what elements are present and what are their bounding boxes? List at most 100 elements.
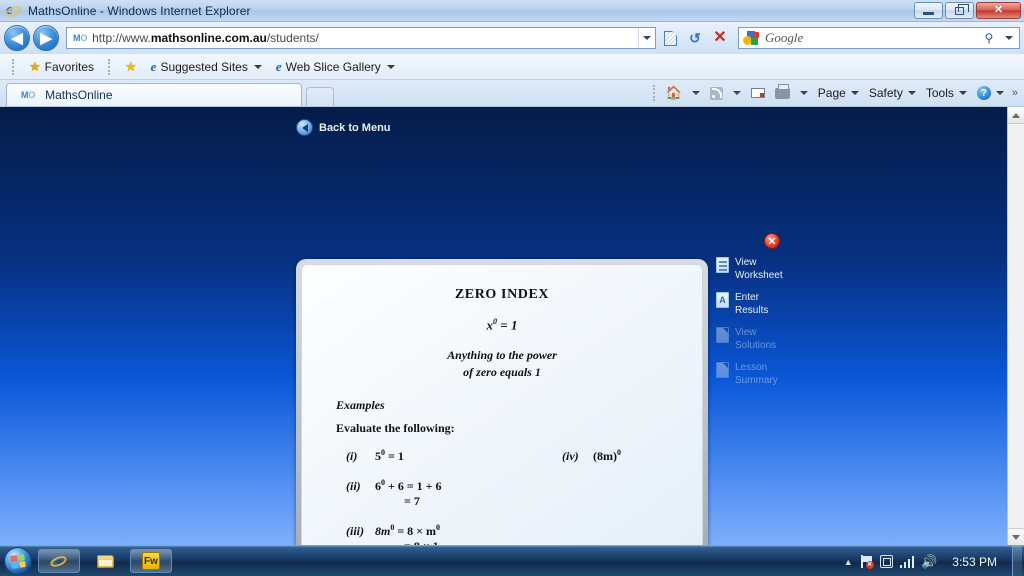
- side-item-enter-results[interactable]: A Enter Results: [716, 292, 802, 317]
- home-dropdown[interactable]: [688, 89, 704, 97]
- compatibility-view-button[interactable]: [659, 27, 681, 49]
- mail-button[interactable]: [747, 86, 769, 100]
- start-button[interactable]: [4, 547, 32, 575]
- chevron-down-icon: [799, 91, 808, 95]
- show-hidden-icons-button[interactable]: ▲: [844, 557, 853, 567]
- example-expression: 50 = 1: [375, 448, 404, 464]
- windows-taskbar: e Fw ▲ ✕ 🔊 3:53 PM: [0, 545, 1024, 576]
- print-button[interactable]: [771, 83, 794, 101]
- example-rest: = 8 × m: [397, 523, 437, 538]
- feeds-button[interactable]: [706, 85, 727, 102]
- example-exponent: 0: [617, 447, 621, 457]
- mail-icon: [750, 88, 765, 98]
- example-base: (8m: [593, 448, 613, 463]
- example-expression: (8m)0: [593, 448, 621, 464]
- star-icon: ★: [29, 58, 41, 74]
- volume-tray-icon[interactable]: 🔊: [921, 555, 937, 568]
- search-icon[interactable]: ⚲: [979, 31, 999, 45]
- chevron-down-icon: [1012, 534, 1020, 540]
- menu-tools[interactable]: Tools: [922, 84, 971, 102]
- close-lesson-button[interactable]: ✕: [764, 233, 780, 249]
- command-bar: 🏠 Page Safety Tools ? »: [649, 80, 1024, 106]
- favorites-button[interactable]: ★ Favorites: [25, 58, 98, 76]
- restore-icon: [955, 3, 969, 15]
- back-button[interactable]: ◀: [4, 25, 30, 51]
- side-item-lesson-summary[interactable]: Lesson Summary: [716, 362, 802, 387]
- page-scrollbar[interactable]: [1007, 107, 1024, 545]
- system-tray: ▲ ✕ 🔊 3:53 PM: [844, 546, 1024, 576]
- refresh-icon: ↺: [689, 29, 701, 46]
- lesson-subtitle: Anything to the power of zero equals 1: [328, 347, 676, 379]
- favorites-label: Favorites: [44, 59, 95, 74]
- address-bar[interactable]: MO http://www.mathsonline.com.au/student…: [66, 27, 656, 49]
- close-window-button[interactable]: ✕: [976, 2, 1021, 19]
- refresh-button[interactable]: ↺: [684, 27, 706, 49]
- side-item-label: Lesson Summary: [735, 362, 778, 386]
- tab-mathsonline[interactable]: MO MathsOnline: [6, 83, 302, 106]
- search-input[interactable]: Google: [765, 30, 979, 46]
- site-favicon: MO: [73, 33, 88, 43]
- lesson-side-menu: View Worksheet A Enter Results View Solu…: [716, 257, 802, 397]
- feeds-dropdown[interactable]: [729, 89, 745, 97]
- side-item-view-solutions[interactable]: View Solutions: [716, 327, 802, 352]
- subtitle-line-2: of zero equals 1: [463, 364, 541, 379]
- chevron-down-icon: [691, 91, 700, 95]
- forward-button[interactable]: ▶: [33, 25, 59, 51]
- taskbar-clock[interactable]: 3:53 PM: [944, 555, 1005, 569]
- taskbar-button-fireworks[interactable]: Fw: [130, 549, 172, 573]
- chevron-down-icon: [386, 64, 395, 69]
- tab-label: MathsOnline: [45, 88, 113, 102]
- window-titlebar: e MathsOnline - Windows Internet Explore…: [0, 0, 1024, 22]
- menu-tools-label: Tools: [925, 86, 954, 100]
- scroll-up-button[interactable]: [1008, 107, 1024, 124]
- add-to-favorites-button[interactable]: ★: [121, 58, 141, 76]
- favorites-item-label: Web Slice Gallery: [285, 59, 381, 74]
- lesson-title: ZERO INDEX: [454, 287, 550, 302]
- taskbar-button-windows-explorer[interactable]: [84, 549, 126, 573]
- action-center-icon[interactable]: ✕: [860, 555, 874, 569]
- stop-button[interactable]: ✕: [709, 27, 731, 49]
- example-number: (iii): [346, 523, 364, 538]
- compatibility-view-icon: [663, 30, 677, 46]
- network-signal-icon[interactable]: [899, 555, 915, 568]
- page-viewport: Back to Menu ✕ ZERO INDEX x0 = 1 Anythin…: [0, 106, 1024, 545]
- page-content: Back to Menu ✕ ZERO INDEX x0 = 1 Anythin…: [0, 107, 1007, 545]
- chevron-down-icon: [907, 91, 916, 95]
- home-button[interactable]: 🏠: [662, 83, 686, 103]
- rule-exponent: 0: [493, 317, 498, 326]
- lesson-rule: x0 = 1: [328, 317, 676, 333]
- side-item-view-worksheet[interactable]: View Worksheet: [716, 257, 802, 282]
- scroll-down-button[interactable]: [1008, 528, 1024, 545]
- example-number: (i): [346, 448, 358, 463]
- menu-page[interactable]: Page: [814, 84, 863, 102]
- back-arrow-icon: [296, 119, 313, 136]
- help-button[interactable]: ?: [973, 84, 1008, 102]
- minimize-button[interactable]: [914, 2, 943, 19]
- address-dropdown-button[interactable]: [638, 28, 655, 48]
- search-provider-dropdown[interactable]: [999, 36, 1019, 40]
- restore-button[interactable]: [945, 2, 974, 19]
- removable-device-icon[interactable]: [879, 555, 893, 568]
- menu-safety[interactable]: Safety: [865, 84, 920, 102]
- chevron-down-icon: [995, 91, 1004, 95]
- new-tab-button[interactable]: [306, 87, 334, 106]
- example-expression: 8m0 = 8 × m0: [375, 523, 440, 539]
- print-dropdown[interactable]: [796, 89, 812, 97]
- search-box[interactable]: Google ⚲: [738, 27, 1020, 49]
- window-caption-buttons: ✕: [914, 2, 1021, 19]
- side-item-label: Enter Results: [735, 292, 769, 316]
- internet-explorer-icon: e: [3, 2, 24, 19]
- example-rest: = 1: [388, 448, 404, 463]
- favorites-item-suggested-sites[interactable]: e Suggested Sites: [147, 58, 266, 76]
- show-desktop-button[interactable]: [1012, 546, 1022, 576]
- side-item-label: View Solutions: [735, 327, 777, 351]
- favorites-item-web-slice-gallery[interactable]: e Web Slice Gallery: [272, 58, 399, 76]
- window-title: MathsOnline - Windows Internet Explorer: [28, 3, 251, 18]
- example-exponent: 0: [381, 447, 385, 457]
- rss-icon: [709, 86, 723, 100]
- taskbar-button-internet-explorer[interactable]: e: [38, 549, 80, 573]
- web-slice-icon: e: [275, 58, 282, 74]
- back-to-menu-button[interactable]: Back to Menu: [296, 119, 391, 136]
- rule-result: = 1: [500, 317, 518, 333]
- command-bar-overflow-button[interactable]: »: [1010, 87, 1018, 99]
